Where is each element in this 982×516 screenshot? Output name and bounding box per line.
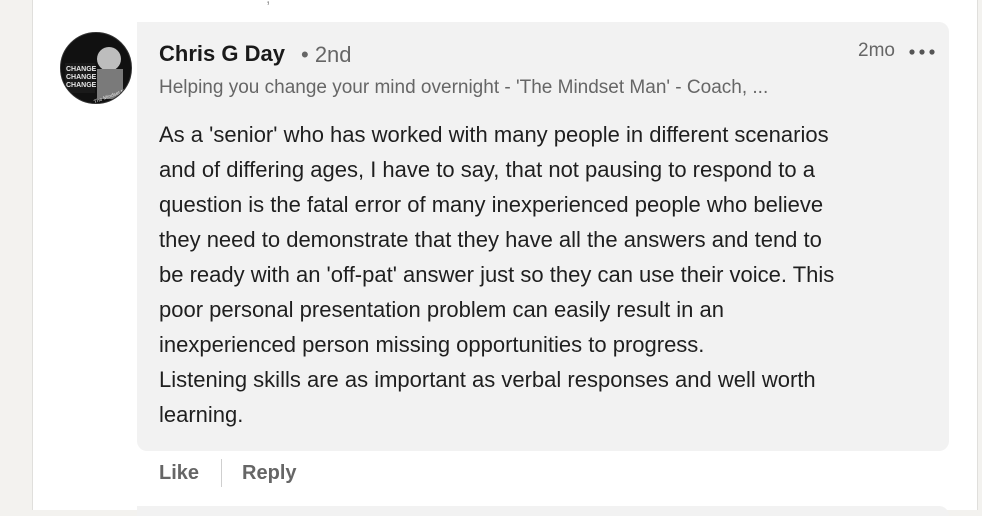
avatar-image: CHANGE CHANGE CHANGE The Mindset Man: [61, 33, 131, 103]
comment-body: As a 'senior' who has worked with many p…: [159, 117, 939, 432]
comment-line: be ready with an 'off-pat' answer just s…: [159, 262, 835, 287]
comment-line: they need to demonstrate that they have …: [159, 227, 822, 252]
author-name[interactable]: Chris G Day: [159, 41, 285, 67]
comment-line: learning.: [159, 402, 244, 427]
avatar[interactable]: CHANGE CHANGE CHANGE The Mindset Man: [60, 32, 132, 104]
more-options-button[interactable]: [908, 40, 936, 64]
comment-line: As a 'senior' who has worked with many p…: [159, 122, 829, 147]
ellipsis-icon: [909, 49, 935, 55]
comment-actions: Like Reply: [159, 459, 297, 487]
author-headline: Helping you change your mind overnight -…: [159, 77, 769, 98]
comment-line: poor personal presentation problem can e…: [159, 297, 724, 322]
previous-comment-fragment: , ·: [266, 0, 280, 8]
comment-line: and of differing ages, I have to say, th…: [159, 157, 815, 182]
actions-divider: [221, 459, 223, 487]
avatar-text-3: CHANGE: [66, 82, 97, 89]
comment-time: 2mo: [858, 40, 895, 61]
avatar-text-2: CHANGE: [66, 74, 97, 81]
comment-line: question is the fatal error of many inex…: [159, 192, 824, 217]
comment-line: inexperienced person missing opportuniti…: [159, 332, 705, 357]
next-comment-bubble: [137, 506, 949, 516]
connection-degree: • 2nd: [301, 42, 352, 67]
like-button[interactable]: Like: [159, 462, 199, 485]
comment-line: Listening skills are as important as ver…: [159, 367, 816, 392]
avatar-text-1: CHANGE: [66, 66, 97, 73]
reply-button[interactable]: Reply: [242, 462, 296, 485]
